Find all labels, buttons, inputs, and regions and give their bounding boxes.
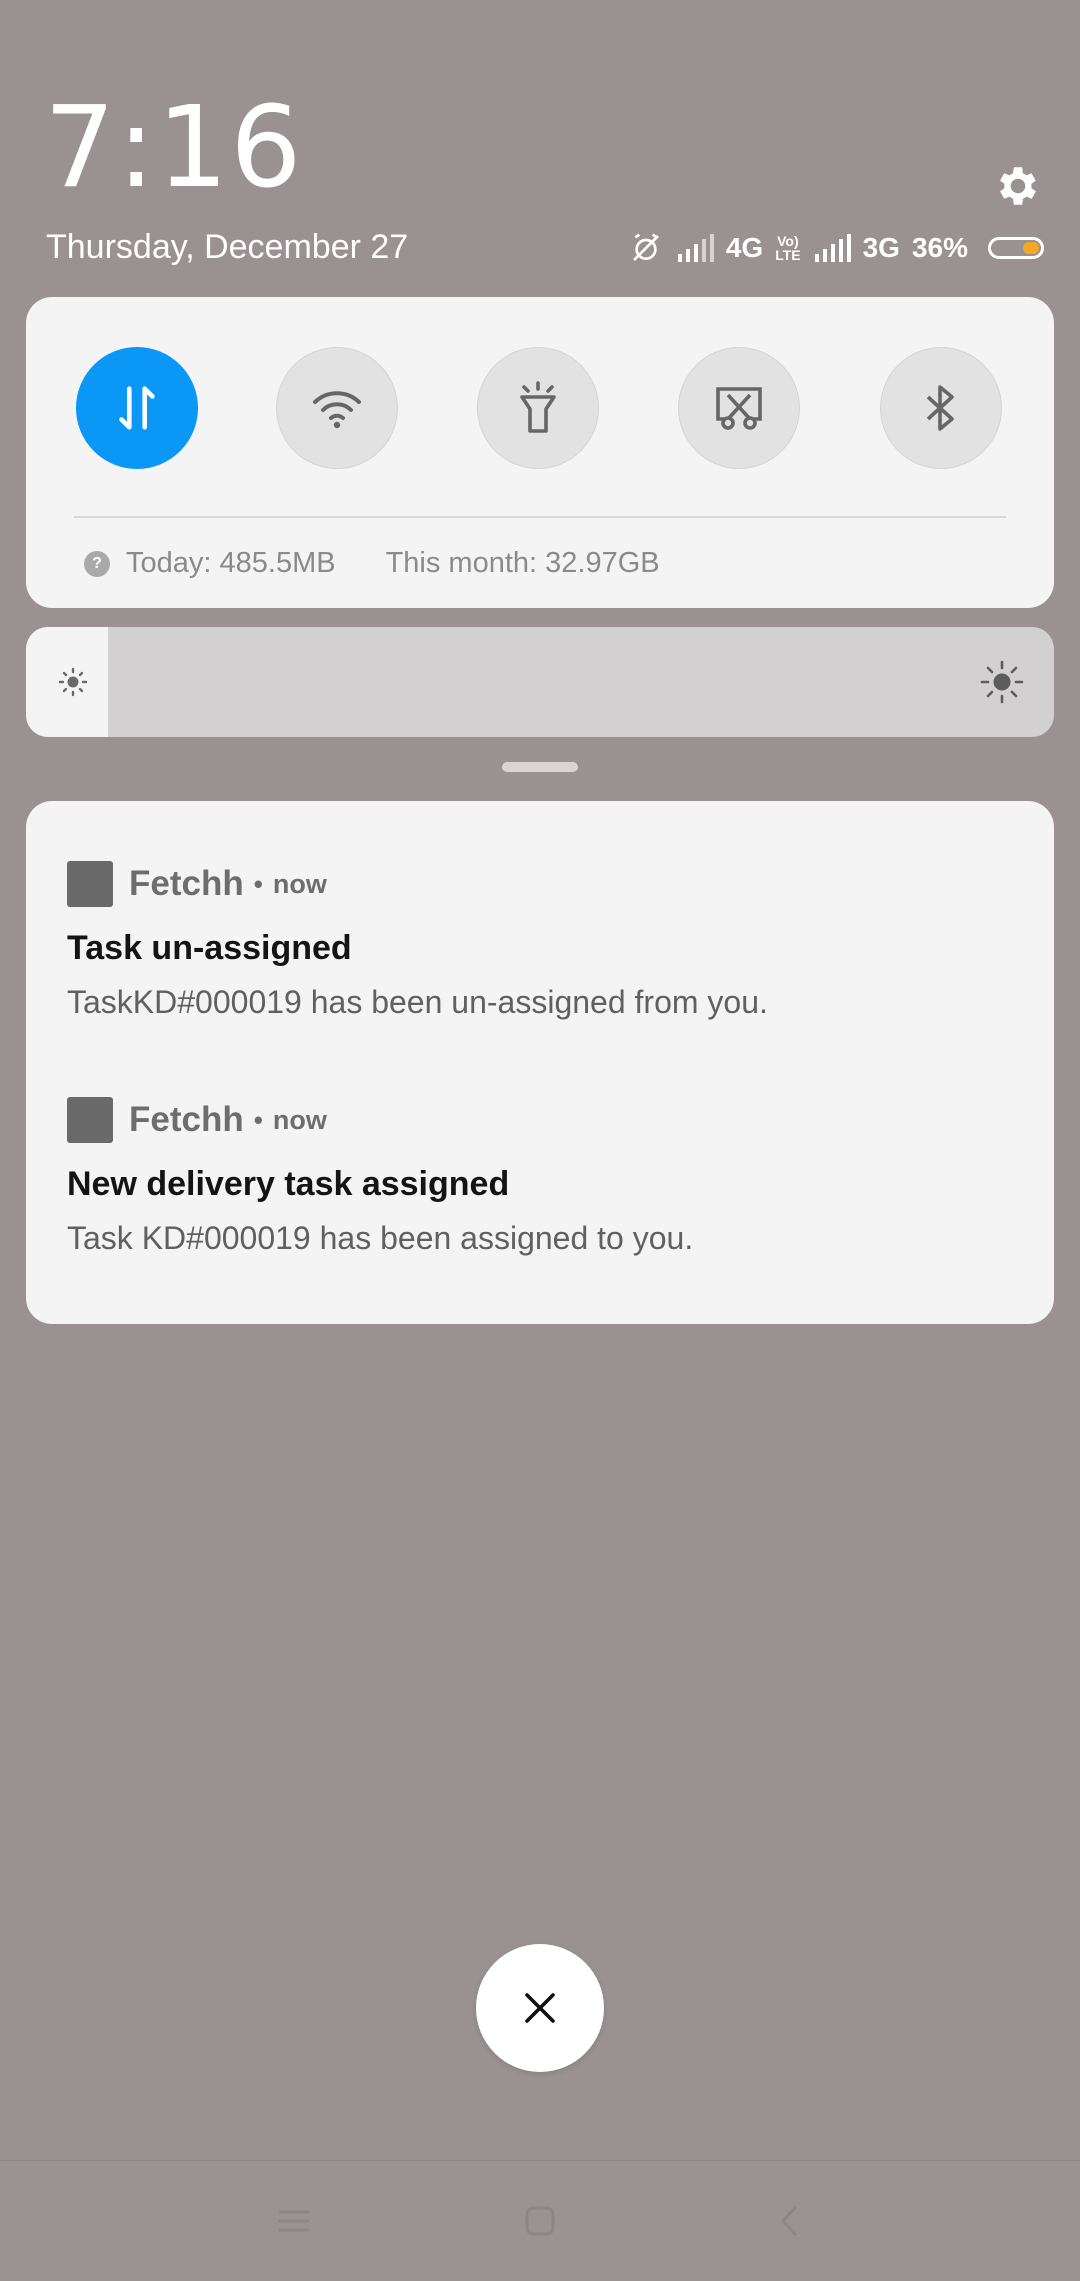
notification-title: Task un-assigned: [67, 929, 352, 967]
network-type-2: 3G: [862, 232, 900, 263]
notification-item[interactable]: Fetchh • now Task un-assigned TaskKD#000…: [67, 860, 1014, 1021]
app-icon: [67, 861, 113, 907]
clear-all-button[interactable]: [476, 1944, 604, 2072]
notification-time: now: [272, 868, 327, 899]
battery-icon: [988, 237, 1044, 259]
notification-item[interactable]: Fetchh • now New delivery task assigned …: [67, 1096, 1014, 1257]
home-icon: [525, 2206, 555, 2236]
gear-icon: [1000, 167, 1036, 205]
usage-month: This month: 32.97GB: [385, 547, 660, 579]
drag-handle[interactable]: [502, 762, 578, 772]
wifi-icon: [313, 391, 361, 429]
app-name: Fetchh: [129, 1100, 244, 1139]
battery-percent: 36%: [911, 232, 968, 263]
notification-header: Fetchh • now: [67, 860, 1014, 908]
clock[interactable]: 7:16: [44, 92, 304, 204]
navigation-bar: [0, 2160, 1080, 2281]
menu-icon: [278, 2210, 310, 2232]
settings-button[interactable]: [990, 158, 1046, 214]
flashlight-toggle[interactable]: [477, 347, 599, 469]
usage-today: Today: 485.5MB: [126, 547, 336, 579]
notifications-panel: Fetchh • now Task un-assigned TaskKD#000…: [26, 801, 1054, 1324]
date[interactable]: Thursday, December 27: [46, 228, 408, 267]
divider: [74, 516, 1006, 518]
app-icon: [67, 1097, 113, 1143]
status-bar: 4G Vo) LTE 3G 36%: [628, 228, 1044, 268]
wifi-toggle[interactable]: [276, 347, 398, 469]
scissors-icon: [716, 387, 762, 430]
bluetooth-toggle[interactable]: [880, 347, 1002, 469]
back-button[interactable]: [770, 2201, 810, 2241]
menu-button[interactable]: [274, 2201, 314, 2241]
separator: •: [253, 1104, 263, 1135]
back-icon: [781, 2206, 797, 2236]
alarm-off-icon: [628, 232, 664, 264]
close-icon: [525, 1993, 555, 2023]
screenshot-toggle[interactable]: [678, 347, 800, 469]
notification-title: New delivery task assigned: [67, 1165, 510, 1203]
flashlight-icon: [520, 381, 556, 433]
mobile-data-toggle[interactable]: [76, 347, 198, 469]
network-type-1: 4G: [725, 232, 764, 263]
quick-settings-panel: ? Today: 485.5MB This month: 32.97GB: [26, 297, 1054, 608]
help-icon: ?: [84, 550, 110, 577]
bluetooth-icon: [926, 385, 954, 431]
home-button[interactable]: [520, 2201, 560, 2241]
notification-header: Fetchh • now: [67, 1096, 1014, 1144]
brightness-high-icon: [980, 660, 1024, 704]
notification-time: now: [272, 1104, 327, 1135]
notification-body: TaskKD#000019 has been un-assigned from …: [67, 984, 768, 1020]
notification-body: Task KD#000019 has been assigned to you.: [67, 1220, 694, 1256]
volte-indicator: Vo) LTE: [775, 233, 801, 263]
brightness-low-icon: [58, 667, 88, 697]
brightness-slider[interactable]: [26, 627, 1054, 737]
signal-icon: [676, 234, 714, 262]
separator: •: [253, 868, 263, 899]
data-usage[interactable]: ? Today: 485.5MB This month: 32.97GB: [84, 547, 660, 580]
signal-icon-2: [813, 234, 851, 262]
app-name: Fetchh: [129, 864, 244, 903]
battery-level: [1023, 242, 1039, 254]
data-arrows-icon: [119, 386, 155, 430]
